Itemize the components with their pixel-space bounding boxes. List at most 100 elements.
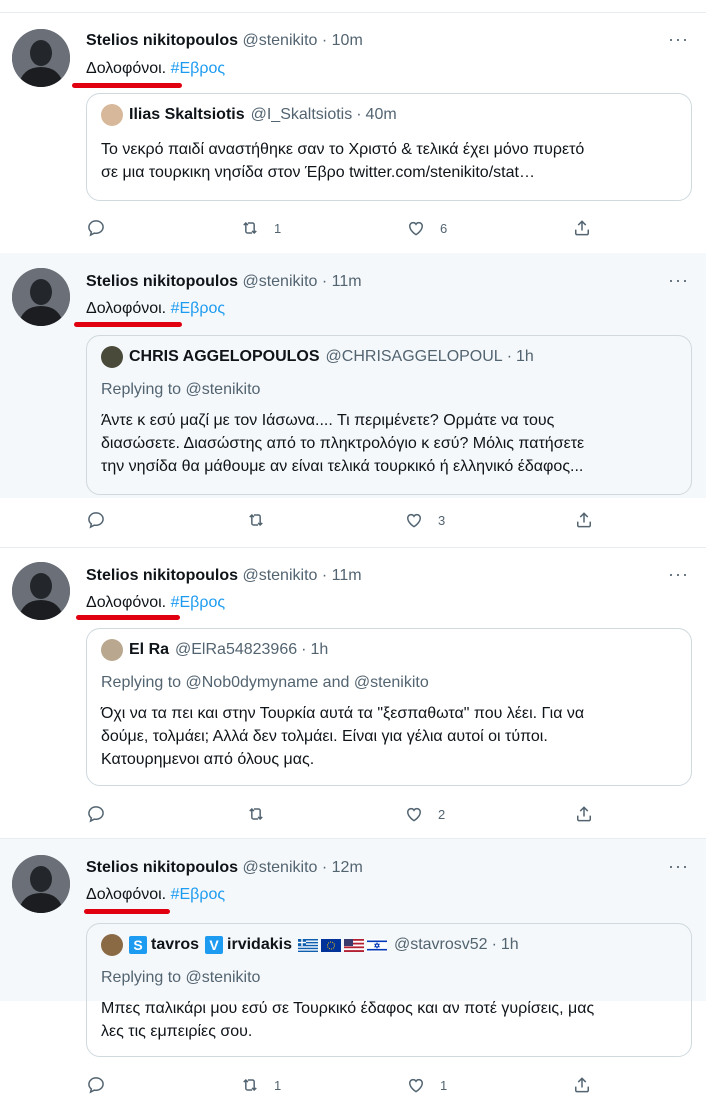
retweet-icon <box>243 221 257 235</box>
more-options-icon[interactable]: ··· <box>668 29 689 50</box>
like-button[interactable]: 2 <box>404 804 445 824</box>
tweet-time[interactable]: 10m <box>332 32 363 49</box>
replying-to: Replying to @stenikito <box>101 969 261 986</box>
quoted-author-name: CHRIS AGGELOPOULOS <box>129 348 320 365</box>
quoted-time: 1h <box>516 348 534 365</box>
quoted-author-name: El Ra <box>129 641 170 658</box>
quoted-time: 40m <box>365 106 397 123</box>
like-count: 2 <box>438 806 446 822</box>
retweet-count: 1 <box>274 220 282 236</box>
tweet-header: Stelios nikitopoulos @stenikito · 12m <box>86 859 363 876</box>
quoted-author-handle: @ElRa54823966 <box>175 641 298 658</box>
quoted-tweet-body: Όχι να τα πει και στην Τουρκία αυτά τα "… <box>101 705 585 768</box>
red-underline-annotation <box>84 909 170 914</box>
retweet-count: 1 <box>274 1077 282 1093</box>
retweet-icon <box>243 1078 257 1092</box>
tweet[interactable]: Stelios nikitopoulos @stenikito · 10m ··… <box>0 13 706 253</box>
quoted-time: 1h <box>310 641 329 658</box>
tweet-actions: 2 <box>86 804 686 830</box>
author-handle[interactable]: @stenikito <box>242 32 317 49</box>
quoted-avatar <box>101 104 123 126</box>
name-badge-v: V <box>205 936 224 954</box>
share-icon <box>575 220 589 236</box>
tweet-actions: 1 6 <box>86 218 686 244</box>
quoted-author-handle: @I_Skaltsiotis <box>250 106 353 123</box>
share-button[interactable] <box>572 1075 592 1095</box>
author-name[interactable]: Stelios nikitopoulos <box>86 273 238 290</box>
reply-button[interactable] <box>86 218 106 238</box>
tweet-header: Stelios nikitopoulos @stenikito · 11m <box>86 273 362 290</box>
tweet[interactable]: Stelios nikitopoulos @stenikito · 11m ··… <box>0 253 706 498</box>
author-name[interactable]: Stelios nikitopoulos <box>86 32 238 49</box>
hashtag-link[interactable]: #Εβρος <box>171 886 225 903</box>
tweet-header: Stelios nikitopoulos @stenikito · 10m <box>86 32 363 49</box>
share-icon <box>577 806 591 822</box>
tweet-time[interactable]: 11m <box>332 567 362 584</box>
tweet-time[interactable]: 11m <box>332 273 362 290</box>
author-handle[interactable]: @stenikito <box>242 859 317 876</box>
tweet-text: Δολοφόνοι. #Εβρος <box>86 886 226 903</box>
replying-to: Replying to @stenikito <box>101 381 261 398</box>
retweet-button[interactable]: 1 <box>240 1075 281 1095</box>
retweet-icon <box>249 807 263 821</box>
share-button[interactable] <box>574 804 594 824</box>
avatar[interactable] <box>12 29 70 87</box>
quoted-tweet[interactable]: CHRIS AGGELOPOULOS @CHRISAGGELOPOUL · 1h… <box>86 335 692 495</box>
quoted-tweet[interactable]: Ilias Skaltsiotis @I_Skaltsiotis · 40m Τ… <box>86 93 692 201</box>
quoted-tweet[interactable]: El Ra @ElRa54823966 · 1h Replying to @No… <box>86 628 692 786</box>
reply-icon <box>88 220 104 237</box>
share-icon <box>575 1077 589 1093</box>
share-button[interactable] <box>574 510 594 530</box>
quoted-tweet[interactable]: S tavros V irvidakis @stavrosv52 · 1h Re… <box>86 923 692 1057</box>
avatar[interactable] <box>12 562 70 620</box>
quoted-avatar <box>101 346 123 368</box>
greece-flag-icon <box>297 938 318 952</box>
like-button[interactable]: 3 <box>404 510 445 530</box>
like-count: 1 <box>440 1077 448 1093</box>
quoted-tweet-body: Άντε κ εσύ μαζί με τον Ιάσωνα.... Τι περ… <box>101 412 585 475</box>
tweet-actions: 1 1 <box>86 1075 686 1101</box>
hashtag-link[interactable]: #Εβρος <box>171 594 225 611</box>
more-options-icon[interactable]: ··· <box>668 856 689 877</box>
tweet-header: Stelios nikitopoulos @stenikito · 11m <box>86 567 362 584</box>
more-options-icon[interactable]: ··· <box>668 270 689 291</box>
heart-icon <box>408 1078 424 1093</box>
reply-button[interactable] <box>86 804 106 824</box>
tweet[interactable]: Stelios nikitopoulos @stenikito · 11m ··… <box>0 548 706 838</box>
red-underline-annotation <box>72 83 182 88</box>
like-count: 6 <box>440 220 448 236</box>
retweet-button[interactable] <box>246 804 280 824</box>
quoted-tweet-body: Μπες παλικάρι μου εσύ σε Τουρκικό έδαφος… <box>101 1000 595 1040</box>
reply-icon <box>88 512 104 529</box>
quoted-tweet-header: Ilias Skaltsiotis @I_Skaltsiotis · 40m <box>101 104 397 126</box>
retweet-button[interactable]: 1 <box>240 218 281 238</box>
red-underline-annotation <box>76 615 180 620</box>
quoted-tweet-header: El Ra @ElRa54823966 · 1h <box>101 639 328 661</box>
retweet-button[interactable] <box>246 510 280 530</box>
like-button[interactable]: 1 <box>406 1075 447 1095</box>
hashtag-link[interactable]: #Εβρος <box>171 60 225 77</box>
retweet-icon <box>249 513 263 527</box>
hashtag-link[interactable]: #Εβρος <box>171 300 225 317</box>
more-options-icon[interactable]: ··· <box>668 564 689 585</box>
like-button[interactable]: 6 <box>406 218 447 238</box>
like-count: 3 <box>438 512 446 528</box>
quoted-avatar <box>101 639 123 661</box>
israel-flag-icon <box>366 938 387 952</box>
share-button[interactable] <box>572 218 592 238</box>
reply-button[interactable] <box>86 1075 106 1095</box>
author-name[interactable]: Stelios nikitopoulos <box>86 859 238 876</box>
replying-to: Replying to @Nob0dymyname and @stenikito <box>101 674 429 691</box>
reply-icon <box>88 806 104 823</box>
author-handle[interactable]: @stenikito <box>242 567 317 584</box>
avatar[interactable] <box>12 855 70 913</box>
quoted-avatar <box>101 934 123 956</box>
tweet-time[interactable]: 12m <box>332 859 363 876</box>
reply-button[interactable] <box>86 510 106 530</box>
author-handle[interactable]: @stenikito <box>242 273 317 290</box>
eu-flag-icon <box>320 938 341 952</box>
avatar[interactable] <box>12 268 70 326</box>
author-name[interactable]: Stelios nikitopoulos <box>86 567 238 584</box>
tweet-text: Δολοφόνοι. #Εβρος <box>86 60 226 77</box>
tweet-text: Δολοφόνοι. #Εβρος <box>86 594 226 611</box>
